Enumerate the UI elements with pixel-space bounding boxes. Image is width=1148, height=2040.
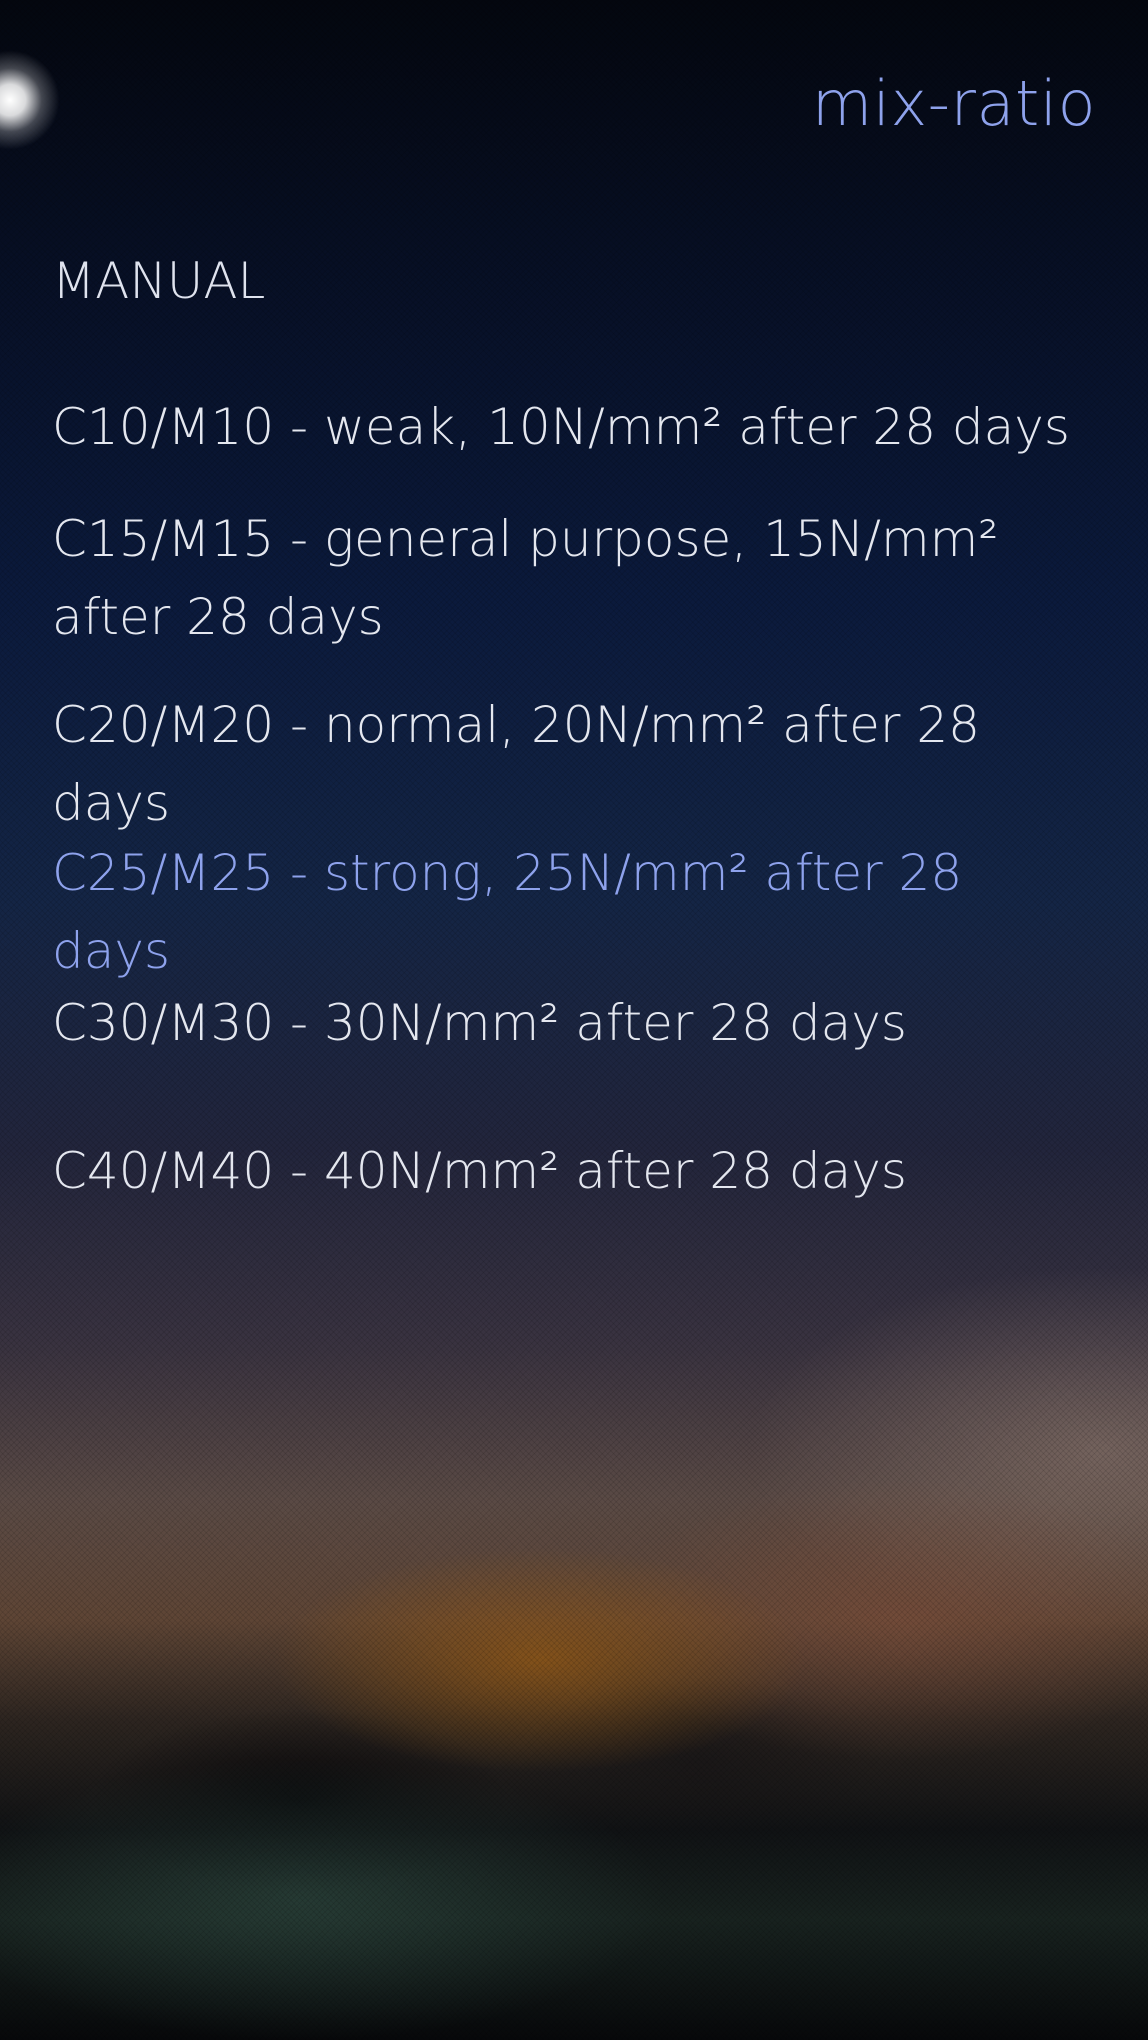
list-item-c30[interactable]: C30/M30 - 30N/mm² after 28 days [52, 984, 1092, 1062]
section-header: MANUAL [52, 252, 266, 310]
list-item-c20[interactable]: C20/M20 - normal, 20N/mm² after 28 days [52, 686, 1092, 842]
page-title: mix-ratio [811, 67, 1096, 140]
list-item-c10[interactable]: C10/M10 - weak, 10N/mm² after 28 days [52, 388, 1092, 466]
list-item-c25[interactable]: C25/M25 - strong, 25N/mm² after 28 days [52, 834, 1092, 990]
list-item-c15[interactable]: C15/M15 - general purpose, 15N/mm² after… [52, 500, 1092, 656]
list-item-c40[interactable]: C40/M40 - 40N/mm² after 28 days [52, 1132, 1092, 1210]
